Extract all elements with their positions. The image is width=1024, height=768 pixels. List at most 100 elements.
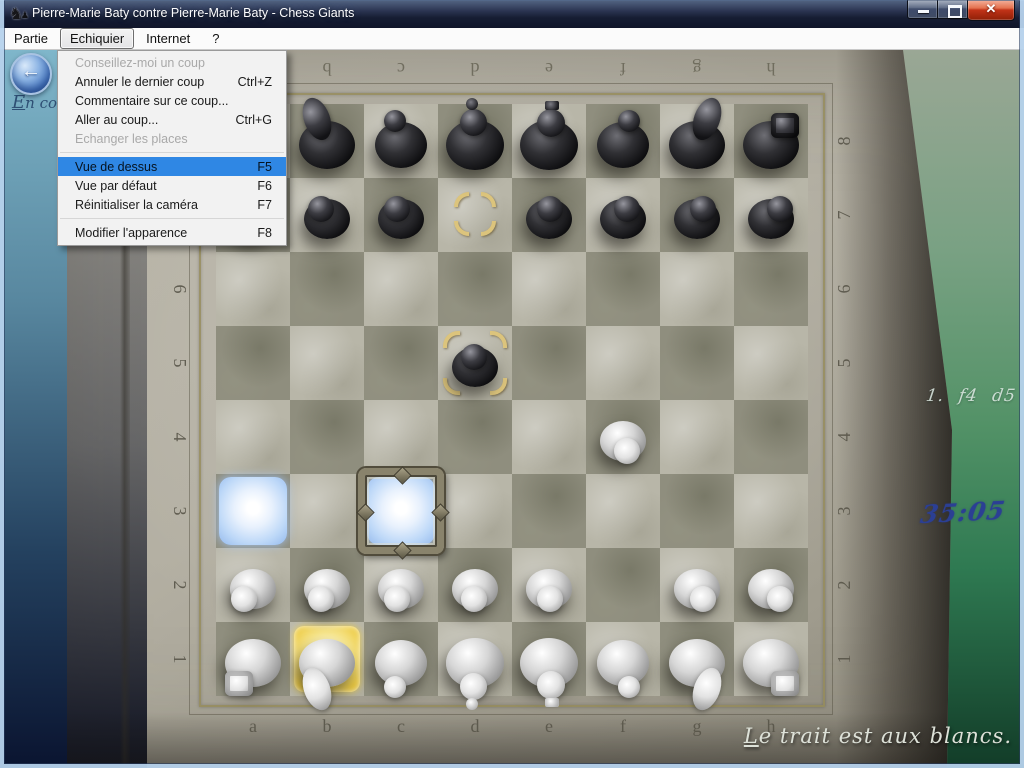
- white-pawn-f4[interactable]: [586, 400, 660, 474]
- square-c5[interactable]: [364, 326, 438, 400]
- menu-item-conseillez-moi-un-coup[interactable]: Conseillez-moi un coup: [58, 53, 286, 72]
- maximize-icon: [948, 5, 962, 18]
- menu-item-echanger-les-places[interactable]: Echanger les places: [58, 129, 286, 148]
- white-knight-g1[interactable]: [660, 622, 734, 696]
- piece-head: [537, 586, 563, 612]
- black-pawn-g7[interactable]: [660, 178, 734, 252]
- white-pawn-a2[interactable]: [216, 548, 290, 622]
- white-knight-b1[interactable]: [290, 622, 364, 696]
- black-pawn-d5[interactable]: [438, 326, 512, 400]
- square-h3[interactable]: [734, 474, 808, 548]
- white-king-e1[interactable]: [512, 622, 586, 696]
- menu-item-label: Echanger les places: [75, 132, 188, 146]
- menu-item-shortcut: Ctrl+G: [236, 113, 272, 127]
- square-e6[interactable]: [512, 252, 586, 326]
- white-pawn-e2[interactable]: [512, 548, 586, 622]
- rank-label-left-1: 1: [143, 645, 217, 673]
- menu-item-annuler-le-dernier-coup[interactable]: Annuler le dernier coupCtrl+Z: [58, 72, 286, 91]
- square-a5[interactable]: [216, 326, 290, 400]
- menubar-item-echiquier[interactable]: Echiquier: [60, 28, 134, 49]
- close-button[interactable]: ✕: [968, 0, 1015, 21]
- square-b5[interactable]: [290, 326, 364, 400]
- menubar-item-item[interactable]: ?: [202, 28, 229, 49]
- frame-ornament-n: [393, 466, 411, 484]
- square-e5[interactable]: [512, 326, 586, 400]
- turn-status: Le trait est aux blancs.: [744, 724, 1012, 748]
- back-button[interactable]: [10, 53, 52, 95]
- square-f3[interactable]: [586, 474, 660, 548]
- square-c4[interactable]: [364, 400, 438, 474]
- menu-item-vue-par-d-faut[interactable]: Vue par défautF6: [58, 176, 286, 195]
- rank-label-left-3: 3: [143, 497, 217, 525]
- square-c6[interactable]: [364, 252, 438, 326]
- black-pawn-h7[interactable]: [734, 178, 808, 252]
- black-pawn-b7[interactable]: [290, 178, 364, 252]
- black-knight-b8[interactable]: [290, 104, 364, 178]
- white-rook-h1[interactable]: [734, 622, 808, 696]
- white-pawn-c2[interactable]: [364, 548, 438, 622]
- square-g3[interactable]: [660, 474, 734, 548]
- minimize-button[interactable]: [907, 0, 938, 19]
- menu-item-modifier-l-apparence[interactable]: Modifier l'apparenceF8: [58, 223, 286, 242]
- rank-label-left-2: 2: [143, 571, 217, 599]
- square-b4[interactable]: [290, 400, 364, 474]
- menu-item-vue-de-dessus[interactable]: Vue de dessusF5: [58, 157, 286, 176]
- square-h5[interactable]: [734, 326, 808, 400]
- square-f2[interactable]: [586, 548, 660, 622]
- square-f5[interactable]: [586, 326, 660, 400]
- square-d4[interactable]: [438, 400, 512, 474]
- maximize-button[interactable]: [938, 0, 968, 19]
- file-label-top-g: g: [660, 56, 734, 82]
- square-f6[interactable]: [586, 252, 660, 326]
- piece-head: [690, 586, 716, 612]
- game-clock: 35:05: [905, 495, 1021, 530]
- white-pawn-h2[interactable]: [734, 548, 808, 622]
- square-e3[interactable]: [512, 474, 586, 548]
- piece-tip: [545, 698, 559, 707]
- square-d6[interactable]: [438, 252, 512, 326]
- black-pawn-f7[interactable]: [586, 178, 660, 252]
- square-g5[interactable]: [660, 326, 734, 400]
- menu-item-r-initialiser-la-cam-ra[interactable]: Réinitialiser la caméraF7: [58, 195, 286, 214]
- square-b6[interactable]: [290, 252, 364, 326]
- menu-item-shortcut: F8: [257, 226, 272, 240]
- white-bishop-f1[interactable]: [586, 622, 660, 696]
- black-pawn-c7[interactable]: [364, 178, 438, 252]
- white-pawn-d2[interactable]: [438, 548, 512, 622]
- black-bishop-f8[interactable]: [586, 104, 660, 178]
- white-pawn-b2[interactable]: [290, 548, 364, 622]
- white-pawn-g2[interactable]: [660, 548, 734, 622]
- rank-label-right-2: 2: [807, 571, 881, 599]
- black-queen-d8[interactable]: [438, 104, 512, 178]
- black-rook-h8[interactable]: [734, 104, 808, 178]
- last-move-from-marker-d7: [438, 178, 512, 252]
- menu-item-aller-au-coup[interactable]: Aller au coup...Ctrl+G: [58, 110, 286, 129]
- white-queen-d1[interactable]: [438, 622, 512, 696]
- black-king-e8[interactable]: [512, 104, 586, 178]
- menubar-item-partie[interactable]: Partie: [4, 28, 58, 49]
- white-bishop-c1[interactable]: [364, 622, 438, 696]
- square-a6[interactable]: [216, 252, 290, 326]
- square-e4[interactable]: [512, 400, 586, 474]
- window-controls: ✕: [907, 0, 1015, 21]
- hover-target-frame-c3[interactable]: [358, 468, 444, 554]
- menu-item-label: Annuler le dernier coup: [75, 75, 204, 89]
- black-bishop-c8[interactable]: [364, 104, 438, 178]
- square-h6[interactable]: [734, 252, 808, 326]
- square-b3[interactable]: [290, 474, 364, 548]
- board[interactable]: [216, 104, 808, 696]
- square-a4[interactable]: [216, 400, 290, 474]
- rank-label-left-5: 5: [143, 349, 217, 377]
- black-knight-g8[interactable]: [660, 104, 734, 178]
- square-g6[interactable]: [660, 252, 734, 326]
- white-rook-a1[interactable]: [216, 622, 290, 696]
- menu-item-label: Réinitialiser la caméra: [75, 198, 198, 212]
- square-g4[interactable]: [660, 400, 734, 474]
- menubar-item-internet[interactable]: Internet: [136, 28, 200, 49]
- rank-label-left-4: 4: [143, 423, 217, 451]
- move-target-highlight-a3[interactable]: [219, 477, 287, 545]
- black-pawn-e7[interactable]: [512, 178, 586, 252]
- square-h4[interactable]: [734, 400, 808, 474]
- piece-head: [461, 586, 487, 612]
- menu-item-commentaire-sur-ce-coup[interactable]: Commentaire sur ce coup...: [58, 91, 286, 110]
